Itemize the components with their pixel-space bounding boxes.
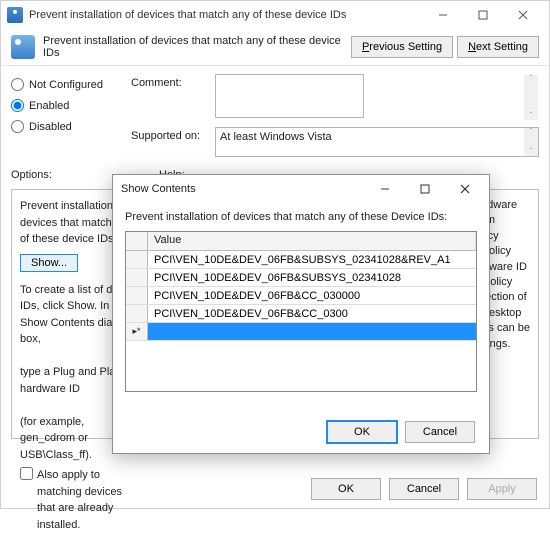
table-row-new[interactable]: ▸*	[126, 323, 476, 341]
row-header	[126, 305, 148, 322]
config-section: Not Configured Enabled Disabled Comment:…	[1, 66, 549, 163]
table-row[interactable]: PCI\VEN_10DE&DEV_06FB&SUBSYS_02341028	[126, 269, 476, 287]
policy-large-icon	[11, 35, 35, 59]
apply-button[interactable]: Apply	[467, 478, 537, 500]
maximize-button[interactable]	[463, 2, 503, 28]
dialog-titlebar: Show Contents	[113, 175, 489, 203]
show-button[interactable]: Show...	[20, 254, 78, 272]
window-controls	[423, 2, 543, 28]
dialog-ok-button[interactable]: OK	[327, 421, 397, 443]
row-header	[126, 287, 148, 304]
radio-disabled[interactable]: Disabled	[11, 120, 131, 133]
dialog-cancel-button[interactable]: Cancel	[405, 421, 475, 443]
also-apply-label: Also apply to matching devices that are …	[37, 467, 142, 533]
supported-label: Supported on:	[131, 127, 215, 157]
close-button[interactable]	[503, 2, 543, 28]
radio-not-configured-input[interactable]	[11, 78, 24, 91]
main-footer: OK Cancel Apply	[311, 478, 537, 500]
supported-value: At least Windows Vista	[220, 131, 332, 143]
fields-col: Comment: ˆˇ Supported on: At least Windo…	[131, 74, 539, 163]
radio-enabled-input[interactable]	[11, 99, 24, 112]
radio-not-configured[interactable]: Not Configured	[11, 78, 131, 91]
row-header	[126, 251, 148, 268]
comment-label: Comment:	[131, 74, 215, 121]
table-row[interactable]: PCI\VEN_10DE&DEV_06FB&CC_030000	[126, 287, 476, 305]
table-row[interactable]: PCI\VEN_10DE&DEV_06FB&SUBSYS_02341028&RE…	[126, 251, 476, 269]
table-row[interactable]: PCI\VEN_10DE&DEV_06FB&CC_0300	[126, 305, 476, 323]
grid-empty-area	[126, 341, 476, 391]
minimize-button[interactable]	[423, 2, 463, 28]
dialog-body: Prevent installation of devices that mat…	[113, 203, 489, 400]
values-grid[interactable]: Value PCI\VEN_10DE&DEV_06FB&SUBSYS_02341…	[125, 231, 477, 392]
state-radios: Not Configured Enabled Disabled	[11, 74, 131, 163]
cancel-button[interactable]: Cancel	[389, 478, 459, 500]
grid-corner	[126, 232, 148, 250]
header-title: Prevent installation of devices that mat…	[43, 35, 347, 59]
grid-header: Value	[126, 232, 476, 251]
value-cell[interactable]: PCI\VEN_10DE&DEV_06FB&CC_030000	[148, 290, 476, 302]
value-cell[interactable]: PCI\VEN_10DE&DEV_06FB&SUBSYS_02341028&RE…	[148, 254, 476, 266]
dialog-minimize-button[interactable]	[369, 177, 401, 201]
comment-scrollbar[interactable]: ˆˇ	[524, 75, 538, 120]
value-cell[interactable]: PCI\VEN_10DE&DEV_06FB&CC_0300	[148, 308, 476, 320]
supported-scrollbar[interactable]: ˆˇ	[524, 128, 538, 156]
row-header	[126, 269, 148, 286]
dialog-title: Show Contents	[121, 183, 369, 195]
value-cell[interactable]: PCI\VEN_10DE&DEV_06FB&SUBSYS_02341028	[148, 272, 476, 284]
dialog-close-button[interactable]	[449, 177, 481, 201]
dialog-label: Prevent installation of devices that mat…	[125, 211, 477, 223]
comment-input[interactable]	[215, 74, 364, 118]
also-apply-checkbox[interactable]	[20, 467, 33, 480]
titlebar: Prevent installation of devices that mat…	[1, 1, 549, 29]
header: Prevent installation of devices that mat…	[1, 29, 549, 66]
policy-icon	[7, 7, 23, 23]
dialog-maximize-button[interactable]	[409, 177, 441, 201]
ok-button[interactable]: OK	[311, 478, 381, 500]
show-contents-dialog: Show Contents Prevent installation of de…	[112, 174, 490, 454]
next-setting-button[interactable]: Next Setting	[457, 36, 539, 58]
radio-disabled-input[interactable]	[11, 120, 24, 133]
new-row-marker: ▸*	[126, 323, 148, 340]
supported-display: At least Windows Vista ˆˇ	[215, 127, 539, 157]
window-title: Prevent installation of devices that mat…	[29, 9, 423, 21]
dialog-footer: OK Cancel	[327, 421, 475, 443]
value-column-header[interactable]: Value	[148, 232, 476, 250]
radio-enabled[interactable]: Enabled	[11, 99, 131, 112]
previous-setting-button[interactable]: Previous Setting	[351, 36, 453, 58]
